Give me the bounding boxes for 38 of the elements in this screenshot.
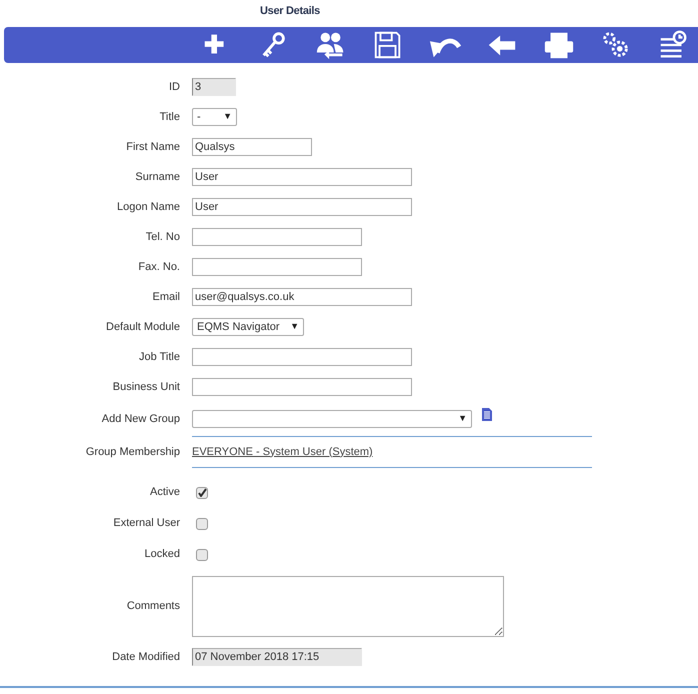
dropdown[interactable]: EQMS Navigator ▼ xyxy=(192,318,304,336)
dropdown[interactable]: - ▼ xyxy=(192,108,237,126)
input-field[interactable] xyxy=(192,348,412,366)
field-label: Logon Name xyxy=(116,200,181,215)
input-field[interactable] xyxy=(192,258,362,276)
comments-field[interactable] xyxy=(192,576,504,636)
field-label: Group Membership xyxy=(84,444,181,460)
input-field[interactable]: 07 November 2018 17:15 xyxy=(192,648,362,666)
field-label: Title xyxy=(158,110,181,125)
field-label: Locked xyxy=(144,547,181,562)
field-label: Comments xyxy=(126,598,181,614)
field-label: Tel. No xyxy=(144,230,181,245)
page-title: User Details xyxy=(259,4,321,19)
field-label: Add New Group xyxy=(100,412,181,427)
input-field[interactable] xyxy=(192,378,412,396)
field-label: Date Modified xyxy=(111,650,181,665)
field-label: Job Title xyxy=(138,350,181,365)
checkbox[interactable] xyxy=(196,548,208,560)
field-label: Business Unit xyxy=(112,380,181,395)
field-label: ID xyxy=(168,80,181,95)
field-label: Email xyxy=(151,290,181,305)
input-field[interactable]: User xyxy=(192,198,412,216)
input-field[interactable]: user@qualsys.co.uk xyxy=(192,288,412,306)
document-icon[interactable] xyxy=(482,406,492,424)
input-field[interactable]: User xyxy=(192,168,412,186)
field-label: Default Module xyxy=(105,320,181,335)
field-label: External User xyxy=(112,516,181,532)
dropdown[interactable]: ▼ xyxy=(192,410,472,428)
field-label: First Name xyxy=(125,140,181,155)
field-label: Fax. No. xyxy=(137,260,181,275)
input-field[interactable]: 3 xyxy=(192,78,236,96)
field-label: Surname xyxy=(134,170,181,185)
checkbox[interactable] xyxy=(196,518,208,530)
input-field[interactable]: Qualsys xyxy=(192,138,312,156)
checkbox[interactable] xyxy=(196,486,208,498)
input-field[interactable] xyxy=(192,228,362,246)
group-link[interactable]: EVERYONE - System User (System) xyxy=(192,444,373,460)
field-label: Active xyxy=(149,485,181,500)
